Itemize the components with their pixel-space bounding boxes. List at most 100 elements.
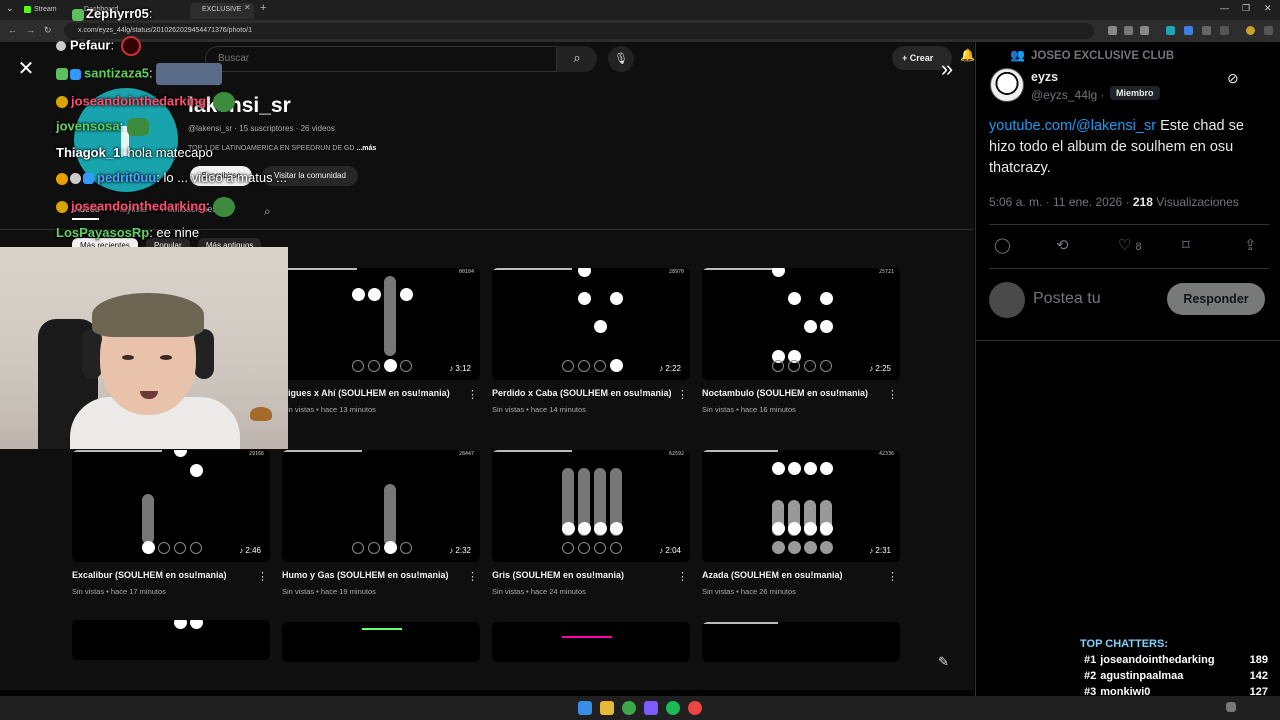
video-title[interactable]: Gris (SOULHEM en osu!mania): [492, 570, 678, 580]
app-icon[interactable]: [688, 701, 702, 715]
extension-icon[interactable]: [1166, 26, 1175, 35]
author-name[interactable]: eyzs: [1031, 70, 1058, 84]
tab-stream[interactable]: Stream: [22, 3, 70, 19]
volume-icon[interactable]: [1226, 702, 1236, 712]
new-tab-button[interactable]: +: [260, 2, 266, 14]
video-card[interactable]: [72, 620, 270, 660]
spotify-icon[interactable]: [666, 701, 680, 715]
video-card[interactable]: 00104 ♪ 3:12 Sigues x Ahí (SOULHEM en os…: [282, 268, 480, 414]
reload-icon[interactable]: ↻: [44, 25, 52, 36]
emote: [56, 68, 68, 80]
video-thumbnail[interactable]: 25721 ♪ 2:25: [702, 268, 900, 380]
app-icon[interactable]: [644, 701, 658, 715]
video-card[interactable]: 62592 ♪ 2:04 Gris (SOULHEM en osu!mania)…: [492, 450, 690, 596]
video-card[interactable]: 25721 ♪ 2:25 Noctambulo (SOULHEM en osu!…: [702, 268, 900, 414]
reply-input[interactable]: Postea tu: [1033, 290, 1101, 308]
microphone-icon[interactable]: 🎙: [608, 46, 634, 72]
tweet-timestamp: 5:06 a. m. · 11 ene. 2026 · 218 Visualiz…: [989, 195, 1239, 209]
search-icon[interactable]: ⌕: [557, 46, 597, 72]
more-options-icon[interactable]: ⋮: [677, 570, 688, 583]
close-viewer-button[interactable]: ✕: [12, 56, 40, 84]
address-bar[interactable]: x.com/eyzs_44lg/status/20102620294544713…: [64, 23, 1094, 39]
tweet-link[interactable]: youtube.com/@lakensi_sr: [989, 118, 1156, 134]
back-icon[interactable]: ←: [8, 25, 17, 35]
channel-search-icon[interactable]: ⌕: [264, 204, 271, 219]
profile-avatar[interactable]: [1246, 26, 1255, 35]
bookmark-icon[interactable]: ⌑: [1182, 236, 1190, 254]
tab-search-icon[interactable]: ⌄: [6, 3, 14, 14]
more-options-icon[interactable]: ⋮: [887, 570, 898, 583]
tweet-panel: 👥 JOSEO EXCLUSIVE CLUB eyzs @eyzs_44lg ·…: [975, 42, 1280, 696]
maximize-icon[interactable]: ❐: [1242, 3, 1250, 14]
video-thumbnail[interactable]: [72, 620, 270, 660]
video-card[interactable]: 42336 ♪ 2:31 Azada (SOULHEM en osu!mania…: [702, 450, 900, 596]
grok-icon[interactable]: ⊘: [1227, 70, 1239, 87]
close-tab-icon[interactable]: ✕: [244, 3, 251, 12]
note: [368, 288, 381, 301]
divider: [976, 340, 1280, 341]
video-thumbnail[interactable]: 28447 ♪ 2:32: [282, 450, 480, 562]
video-card[interactable]: [702, 622, 900, 662]
duration-badge: ♪ 2:32: [446, 545, 474, 556]
video-thumbnail[interactable]: [702, 622, 900, 662]
video-thumbnail[interactable]: 00104 ♪ 3:12: [282, 268, 480, 380]
forward-icon[interactable]: →: [26, 25, 35, 35]
video-thumbnail[interactable]: 28970 ♪ 2:22: [492, 268, 690, 380]
video-card[interactable]: 29166 ♪ 2:46 Excalibur (SOULHEM en osu!m…: [72, 450, 270, 596]
community-name[interactable]: JOSEO EXCLUSIVE CLUB: [1031, 50, 1174, 62]
video-title[interactable]: Sigues x Ahí (SOULHEM en osu!mania): [282, 388, 468, 398]
share-icon[interactable]: ⇪: [1244, 236, 1257, 254]
receptor: [190, 542, 202, 554]
video-thumbnail[interactable]: 29166 ♪ 2:46: [72, 450, 270, 562]
extension-icon[interactable]: [1184, 26, 1193, 35]
video-card[interactable]: [492, 622, 690, 662]
video-title[interactable]: Perdido x Caba (SOULHEM en osu!mania): [492, 388, 678, 398]
video-thumbnail[interactable]: 42336 ♪ 2:31: [702, 450, 900, 562]
reply-button[interactable]: Responder: [1167, 283, 1265, 315]
note: [788, 522, 801, 535]
author-handle[interactable]: @eyzs_44lg ·: [1031, 88, 1105, 102]
extensions-puzzle-icon[interactable]: [1202, 26, 1211, 35]
chrome-icon[interactable]: [622, 701, 636, 715]
video-card[interactable]: 28970 ♪ 2:22 Perdido x Caba (SOULHEM en …: [492, 268, 690, 414]
video-title[interactable]: Noctambulo (SOULHEM en osu!mania): [702, 388, 888, 398]
youtube-search-input[interactable]: Buscar: [205, 46, 557, 72]
edit-image-icon[interactable]: ✎: [938, 654, 949, 670]
close-window-icon[interactable]: ✕: [1264, 3, 1272, 14]
menu-dots-icon[interactable]: [1264, 26, 1273, 35]
like-button[interactable]: ♡8: [1118, 236, 1142, 254]
video-title[interactable]: Excalibur (SOULHEM en osu!mania): [72, 570, 258, 580]
more-options-icon[interactable]: ⋮: [677, 388, 688, 401]
chat-message: Thiagok_1: hola matecapo: [56, 145, 213, 160]
more-options-icon[interactable]: ⋮: [467, 388, 478, 401]
browser-tab-bar: ⌄ Stream Dashboard EXCLUSIVE ✕ + — ❐ ✕: [0, 0, 1280, 20]
video-meta: Sin vistas • hace 16 minutos: [702, 405, 796, 414]
emote: [213, 197, 236, 217]
windows-start-icon[interactable]: [578, 701, 592, 715]
download-icon[interactable]: [1220, 26, 1229, 35]
zoom-icon[interactable]: [1124, 26, 1133, 35]
video-card[interactable]: [282, 622, 480, 662]
repost-icon[interactable]: ⟲: [1056, 236, 1069, 254]
bell-icon[interactable]: 🔔: [960, 48, 975, 62]
video-title[interactable]: Azada (SOULHEM en osu!mania): [702, 570, 888, 580]
community-icon: 👥: [1010, 48, 1025, 62]
cast-icon[interactable]: [1108, 26, 1117, 35]
video-card[interactable]: 28447 ♪ 2:32 Humo y Gas (SOULHEM en osu!…: [282, 450, 480, 596]
video-thumbnail[interactable]: [282, 622, 480, 662]
thumb-score: 00104: [458, 269, 474, 275]
note: [610, 522, 623, 535]
video-thumbnail[interactable]: 62592 ♪ 2:04: [492, 450, 690, 562]
reply-icon[interactable]: ◯: [994, 236, 1011, 254]
file-explorer-icon[interactable]: [600, 701, 614, 715]
progress-bar: [282, 268, 357, 270]
video-thumbnail[interactable]: [492, 622, 690, 662]
author-avatar[interactable]: [990, 68, 1024, 102]
video-title[interactable]: Humo y Gas (SOULHEM en osu!mania): [282, 570, 468, 580]
bookmark-star-icon[interactable]: [1140, 26, 1149, 35]
minimize-icon[interactable]: —: [1220, 3, 1229, 13]
expand-panel-button[interactable]: »: [932, 56, 962, 86]
more-options-icon[interactable]: ⋮: [467, 570, 478, 583]
more-options-icon[interactable]: ⋮: [887, 388, 898, 401]
more-options-icon[interactable]: ⋮: [257, 570, 268, 583]
